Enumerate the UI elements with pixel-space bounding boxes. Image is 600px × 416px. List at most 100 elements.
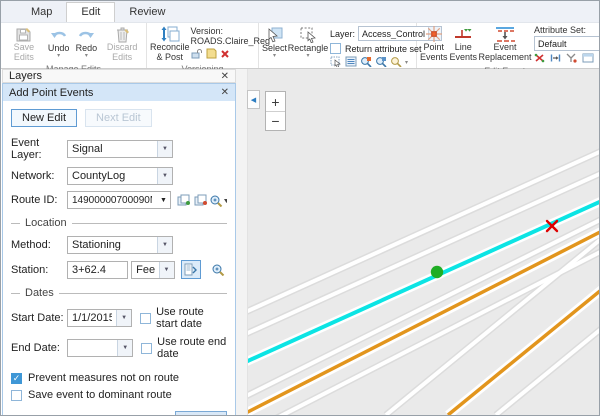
network-select[interactable]: ▼ [67,167,173,185]
unlock-version-icon[interactable] [191,48,203,62]
network-dropdown-icon[interactable]: ▼ [157,168,172,184]
reconcile-post-button[interactable]: Reconcile & Post [149,24,191,64]
split-event-icon[interactable] [534,53,545,66]
layers-close-icon[interactable]: ✕ [221,71,229,82]
attribute-set-options: Attribute Set: Default ▼ [532,24,600,66]
delete-version-icon[interactable] [220,49,230,62]
discard-edits-button[interactable]: Discard Edits [100,24,144,64]
ribbon: Save Edits Undo ▾ Redo ▾ [1,23,599,69]
tab-edit[interactable]: Edit [66,2,115,22]
merge-events-icon[interactable] [550,53,561,66]
event-layer-value[interactable] [68,141,157,157]
add-point-events-body: New Edit Next Edit Event Layer: ▼ Networ… [3,101,235,416]
zoom-to-route-icon[interactable] [209,191,227,209]
add-point-events-header[interactable]: Add Point Events ✕ [3,84,235,101]
end-date-dropdown-icon[interactable]: ▼ [117,340,132,356]
start-date-value[interactable] [68,310,116,326]
redo-button[interactable]: Redo ▾ [73,24,101,64]
clear-selection-icon[interactable] [390,56,402,70]
return-attribute-checkbox[interactable] [330,43,341,54]
station-unit-select[interactable]: ▼ [131,261,174,279]
station-input[interactable] [67,261,128,279]
left-dock: Layers ✕ Add Point Events ✕ New Edit Nex… [2,69,236,415]
pick-station-on-map-button[interactable] [181,260,202,279]
attribute-set-label: Attribute Set: [534,25,600,35]
new-edit-button[interactable]: New Edit [11,109,77,127]
prevent-measures-label: Prevent measures not on route [28,372,179,384]
retire-event-icon[interactable] [566,53,577,66]
station-unit-value[interactable] [132,262,158,278]
group-versioning: Reconcile & Post Version: ROADS.Claire_R… [147,23,259,68]
select-button[interactable]: Select ▾ [261,24,288,64]
use-route-start-label: Use route start date [156,306,227,330]
pan-to-selected-icon[interactable] [375,56,387,70]
zoom-to-selected-icon[interactable] [360,56,372,70]
map-graphics [236,69,600,415]
location-section-heading: Location [11,217,227,229]
select-route-on-map-icon[interactable] [175,191,192,209]
event-layer-select[interactable]: ▼ [67,140,173,158]
station-unit-dropdown-icon[interactable]: ▼ [159,262,174,278]
pick-route-icon[interactable] [192,191,209,209]
end-date-picker[interactable]: ▼ [67,339,133,357]
add-point-events-title: Add Point Events [9,87,93,99]
network-label: Network: [11,170,67,182]
route-id-combobox[interactable]: ▼ [67,191,171,209]
attribute-set-select[interactable]: Default ▼ [534,36,600,51]
route-id-value[interactable] [68,192,156,208]
next-button[interactable]: Next > [175,411,227,416]
rectangle-caret-icon[interactable]: ▾ [307,54,310,59]
end-date-value[interactable] [68,340,117,356]
rectangle-select-button[interactable]: Rectangle ▾ [288,24,328,64]
line-events-button[interactable]: Line Events [449,24,479,64]
use-route-end-checkbox[interactable] [141,343,152,354]
redo-caret-icon[interactable]: ▾ [85,54,88,59]
zoom-out-button[interactable]: − [266,111,285,130]
event-replacement-button[interactable]: Event Replacement [478,24,532,64]
prevent-measures-checkbox[interactable]: ✓ [11,373,22,384]
return-attribute-label: Return attribute set [345,44,422,54]
add-point-events-close-icon[interactable]: ✕ [221,87,229,98]
collapse-left-icon: ◀ [251,96,256,104]
route-id-dropdown-icon[interactable]: ▼ [156,197,170,204]
station-label: Station: [11,264,67,276]
network-value[interactable] [68,168,157,184]
app-window: Map Edit Review Save Edits Undo ▾ [0,0,600,416]
event-point-marker[interactable] [431,266,443,278]
start-date-dropdown-icon[interactable]: ▼ [116,310,131,326]
point-events-button[interactable]: Point Events [419,24,449,64]
collapse-panel-button[interactable]: ◀ [247,90,260,109]
attributes-window-icon[interactable] [582,53,594,66]
route-id-label: Route ID: [11,194,67,206]
tab-review[interactable]: Review [115,3,179,22]
undo-button[interactable]: Undo ▾ [45,24,73,64]
group-edit-events: Point Events Line Events Event Replaceme… [417,23,597,68]
selection-tools-caret-icon[interactable]: ▾ [405,61,408,66]
save-icon [15,25,32,43]
save-edits-button[interactable]: Save Edits [3,24,45,64]
start-date-picker[interactable]: ▼ [67,309,132,327]
next-edit-button[interactable]: Next Edit [85,109,152,127]
zoom-to-station-icon[interactable] [209,261,227,279]
select-caret-icon[interactable]: ▾ [273,54,276,59]
tab-map[interactable]: Map [17,3,66,22]
point-events-icon [425,25,443,43]
station-value[interactable] [68,262,127,278]
map-zoom-control: + − [265,91,286,131]
selection-list-icon[interactable] [345,56,357,70]
undo-caret-icon[interactable]: ▾ [57,54,60,59]
save-dominant-checkbox[interactable] [11,390,22,401]
new-version-icon[interactable] [206,48,217,62]
add-point-events-pane: Add Point Events ✕ New Edit Next Edit Ev… [2,83,236,416]
use-route-start-checkbox[interactable] [140,313,151,324]
map-view[interactable]: ◀ + − [236,69,600,415]
layers-pane-header[interactable]: Layers ✕ [2,69,236,83]
method-value[interactable] [68,237,157,253]
select-polygon-icon[interactable] [330,56,342,70]
zoom-in-button[interactable]: + [266,92,285,111]
dates-section-heading: Dates [11,287,227,299]
event-layer-dropdown-icon[interactable]: ▼ [157,141,172,157]
method-select[interactable]: ▼ [67,236,173,254]
method-dropdown-icon[interactable]: ▼ [157,237,172,253]
start-date-label: Start Date: [11,312,67,324]
